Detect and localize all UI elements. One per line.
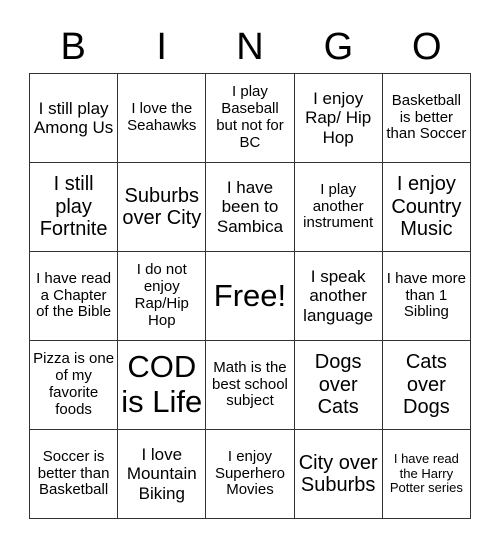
bingo-cell-text: I enjoy Country Music (391, 173, 462, 241)
bingo-cell-text: Math is the best school subject (212, 358, 288, 410)
header-letter-g: G (323, 26, 354, 68)
bingo-cell-text: I speak another language (303, 267, 374, 325)
bingo-cell-text: I play Baseball but not for BC (216, 83, 284, 151)
bingo-cell-text: Soccer is better than Basketball (37, 447, 110, 499)
bingo-cell-text: Cats over Dogs (403, 351, 450, 419)
bingo-cell[interactable]: I have read the Harry Potter series (381, 429, 472, 519)
bingo-cell-text: Suburbs over City (122, 184, 202, 229)
bingo-cell[interactable]: I have more than 1 Sibling (381, 251, 472, 341)
bingo-cell-text: I do not enjoy Rap/Hip Hop (134, 261, 189, 329)
bingo-cell-text: I love Mountain Biking (126, 445, 197, 503)
bingo-cell-text: Basketball is better than Soccer (386, 91, 467, 143)
bingo-cell-free-space[interactable]: Free! (205, 251, 295, 341)
bingo-cell[interactable]: I enjoy Superhero Movies (205, 429, 295, 519)
bingo-row: Soccer is better than Basketball I love M… (28, 429, 472, 519)
bingo-card-grid: I still play Among Us I love the Seahawks… (28, 73, 472, 519)
bingo-cell-text: COD is Life (121, 349, 203, 419)
bingo-row: Pizza is one of my favorite foods COD is … (28, 340, 472, 430)
bingo-cell-text: I still play Fortnite (39, 173, 108, 241)
bingo-cell-text: I have read the Harry Potter series (389, 451, 463, 496)
bingo-cell[interactable]: I enjoy Country Music (381, 162, 472, 252)
bingo-cell[interactable]: I still play Fortnite (28, 162, 119, 252)
bingo-cell-text: Dogs over Cats (314, 351, 362, 419)
bingo-cell[interactable]: COD is Life (117, 340, 207, 430)
header-letter-b: B (60, 26, 86, 68)
bingo-cell[interactable]: I do not enjoy Rap/Hip Hop (117, 251, 207, 341)
bingo-cell[interactable]: City over Suburbs (293, 429, 383, 519)
bingo-cell-text: I love the Seahawks (127, 100, 197, 134)
bingo-cell[interactable]: I speak another language (293, 251, 383, 341)
bingo-cell[interactable]: I play Baseball but not for BC (205, 73, 295, 163)
bingo-cell[interactable]: I have been to Sambica (205, 162, 295, 252)
bingo-cell-text: Pizza is one of my favorite foods (33, 350, 115, 418)
bingo-cell-text: City over Suburbs (298, 451, 378, 496)
bingo-cell[interactable]: I enjoy Rap/ Hip Hop (293, 73, 383, 163)
bingo-row: I have read a Chapter of the Bible I do n… (28, 251, 472, 341)
header-letter-o: O (412, 26, 442, 68)
bingo-row: I still play Among Us I love the Seahawks… (28, 73, 472, 163)
bingo-cell[interactable]: Suburbs over City (117, 162, 207, 252)
header-letter-i: I (156, 26, 167, 68)
bingo-cell[interactable]: Dogs over Cats (293, 340, 383, 430)
bingo-cell[interactable]: Basketball is better than Soccer (381, 73, 472, 163)
bingo-cell-text: I still play Among Us (33, 98, 114, 137)
bingo-cell[interactable]: I love Mountain Biking (117, 429, 207, 519)
bingo-cell[interactable]: Soccer is better than Basketball (28, 429, 119, 519)
bingo-cell[interactable]: I still play Among Us (28, 73, 119, 163)
bingo-cell-text: I enjoy Rap/ Hip Hop (305, 89, 372, 147)
bingo-header: B I N G O (29, 22, 471, 72)
bingo-cell[interactable]: Pizza is one of my favorite foods (28, 340, 119, 430)
bingo-cell[interactable]: Cats over Dogs (381, 340, 472, 430)
header-letter-n: N (236, 26, 264, 68)
bingo-cell-text: I have read a Chapter of the Bible (36, 269, 112, 321)
bingo-cell-text: Free! (213, 277, 287, 313)
bingo-cell-text: I play another instrument (303, 180, 374, 232)
bingo-cell-text: I have more than 1 Sibling (386, 269, 466, 321)
bingo-cell[interactable]: Math is the best school subject (205, 340, 295, 430)
bingo-row: I still play Fortnite Suburbs over City I … (28, 162, 472, 252)
bingo-cell[interactable]: I have read a Chapter of the Bible (28, 251, 119, 341)
bingo-cell-text: I enjoy Superhero Movies (214, 447, 285, 499)
bingo-cell[interactable]: I play another instrument (293, 162, 383, 252)
bingo-cell-text: I have been to Sambica (216, 178, 284, 236)
bingo-cell[interactable]: I love the Seahawks (117, 73, 207, 163)
